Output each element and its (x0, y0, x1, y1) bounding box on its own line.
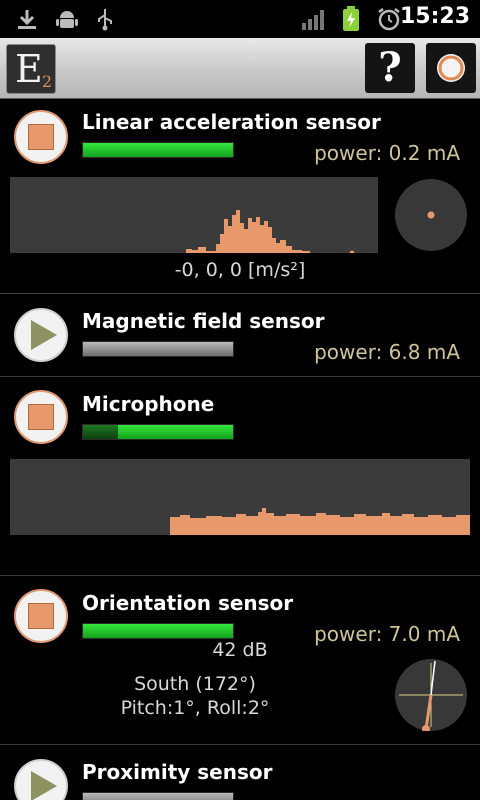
orientation-direction: South (172°) (134, 673, 256, 695)
usb-icon (92, 6, 118, 32)
status-bar: 15:23 (0, 0, 480, 38)
list-item-proximity[interactable]: Proximity sensor (0, 745, 480, 800)
power-level-bar (82, 623, 234, 639)
logo-subscript: 2 (41, 72, 52, 91)
start-button[interactable] (14, 308, 68, 362)
help-icon: ? (378, 44, 402, 91)
play-icon (31, 771, 57, 800)
sensor-name: Magnetic field sensor (82, 309, 325, 333)
power-reading: power: 7.0 mA (314, 622, 460, 646)
android-debug-icon (54, 6, 80, 32)
app-logo: E 2 (6, 44, 56, 94)
status-time: 15:23 (399, 4, 470, 29)
power-reading: power: 6.8 mA (314, 340, 460, 364)
power-level-bar (82, 341, 234, 357)
stop-button[interactable] (14, 589, 68, 643)
stop-icon (28, 603, 54, 629)
power-level-bar (82, 142, 234, 158)
acceleration-dial (395, 179, 467, 251)
sensor-name: Microphone (82, 392, 215, 416)
sensor-list[interactable]: Linear acceleration sensor power: 0.2 mA… (0, 99, 480, 800)
action-bar: E 2 ? (0, 38, 480, 99)
signal-icon (300, 6, 328, 32)
acceleration-histogram (10, 177, 378, 253)
compass-dial (395, 659, 467, 733)
power-level-bar (82, 424, 234, 440)
battery-charging-icon (340, 6, 362, 32)
sensor-name: Linear acceleration sensor (82, 110, 381, 134)
acceleration-reading: -0, 0, 0 [m/s²] (174, 259, 306, 281)
stop-icon (28, 404, 54, 430)
alarm-icon (376, 6, 402, 32)
power-icon (437, 54, 465, 82)
list-item-microphone[interactable]: Microphone 42 dB (0, 377, 480, 661)
start-button[interactable] (14, 759, 68, 800)
stop-icon (28, 124, 54, 150)
logo-letter: E (15, 47, 43, 91)
sensor-name: Orientation sensor (82, 591, 294, 615)
list-item-magnetic-field[interactable]: Magnetic field sensor power: 6.8 mA (0, 294, 480, 377)
sensor-name: Proximity sensor (82, 760, 273, 784)
stop-button[interactable] (14, 390, 68, 444)
sound-level-graph (10, 459, 470, 535)
power-reading: power: 0.2 mA (314, 141, 460, 165)
list-item-linear-acceleration[interactable]: Linear acceleration sensor power: 0.2 mA… (0, 99, 480, 294)
stop-button[interactable] (14, 110, 68, 164)
download-icon (14, 6, 40, 32)
play-icon (31, 320, 57, 350)
help-button[interactable]: ? (365, 43, 415, 93)
power-level-bar (82, 792, 234, 800)
orientation-pitch-roll: Pitch:1°, Roll:2° (120, 697, 270, 719)
list-item-orientation[interactable]: Orientation sensor power: 7.0 mA South (… (0, 576, 480, 745)
power-button[interactable] (426, 43, 476, 93)
